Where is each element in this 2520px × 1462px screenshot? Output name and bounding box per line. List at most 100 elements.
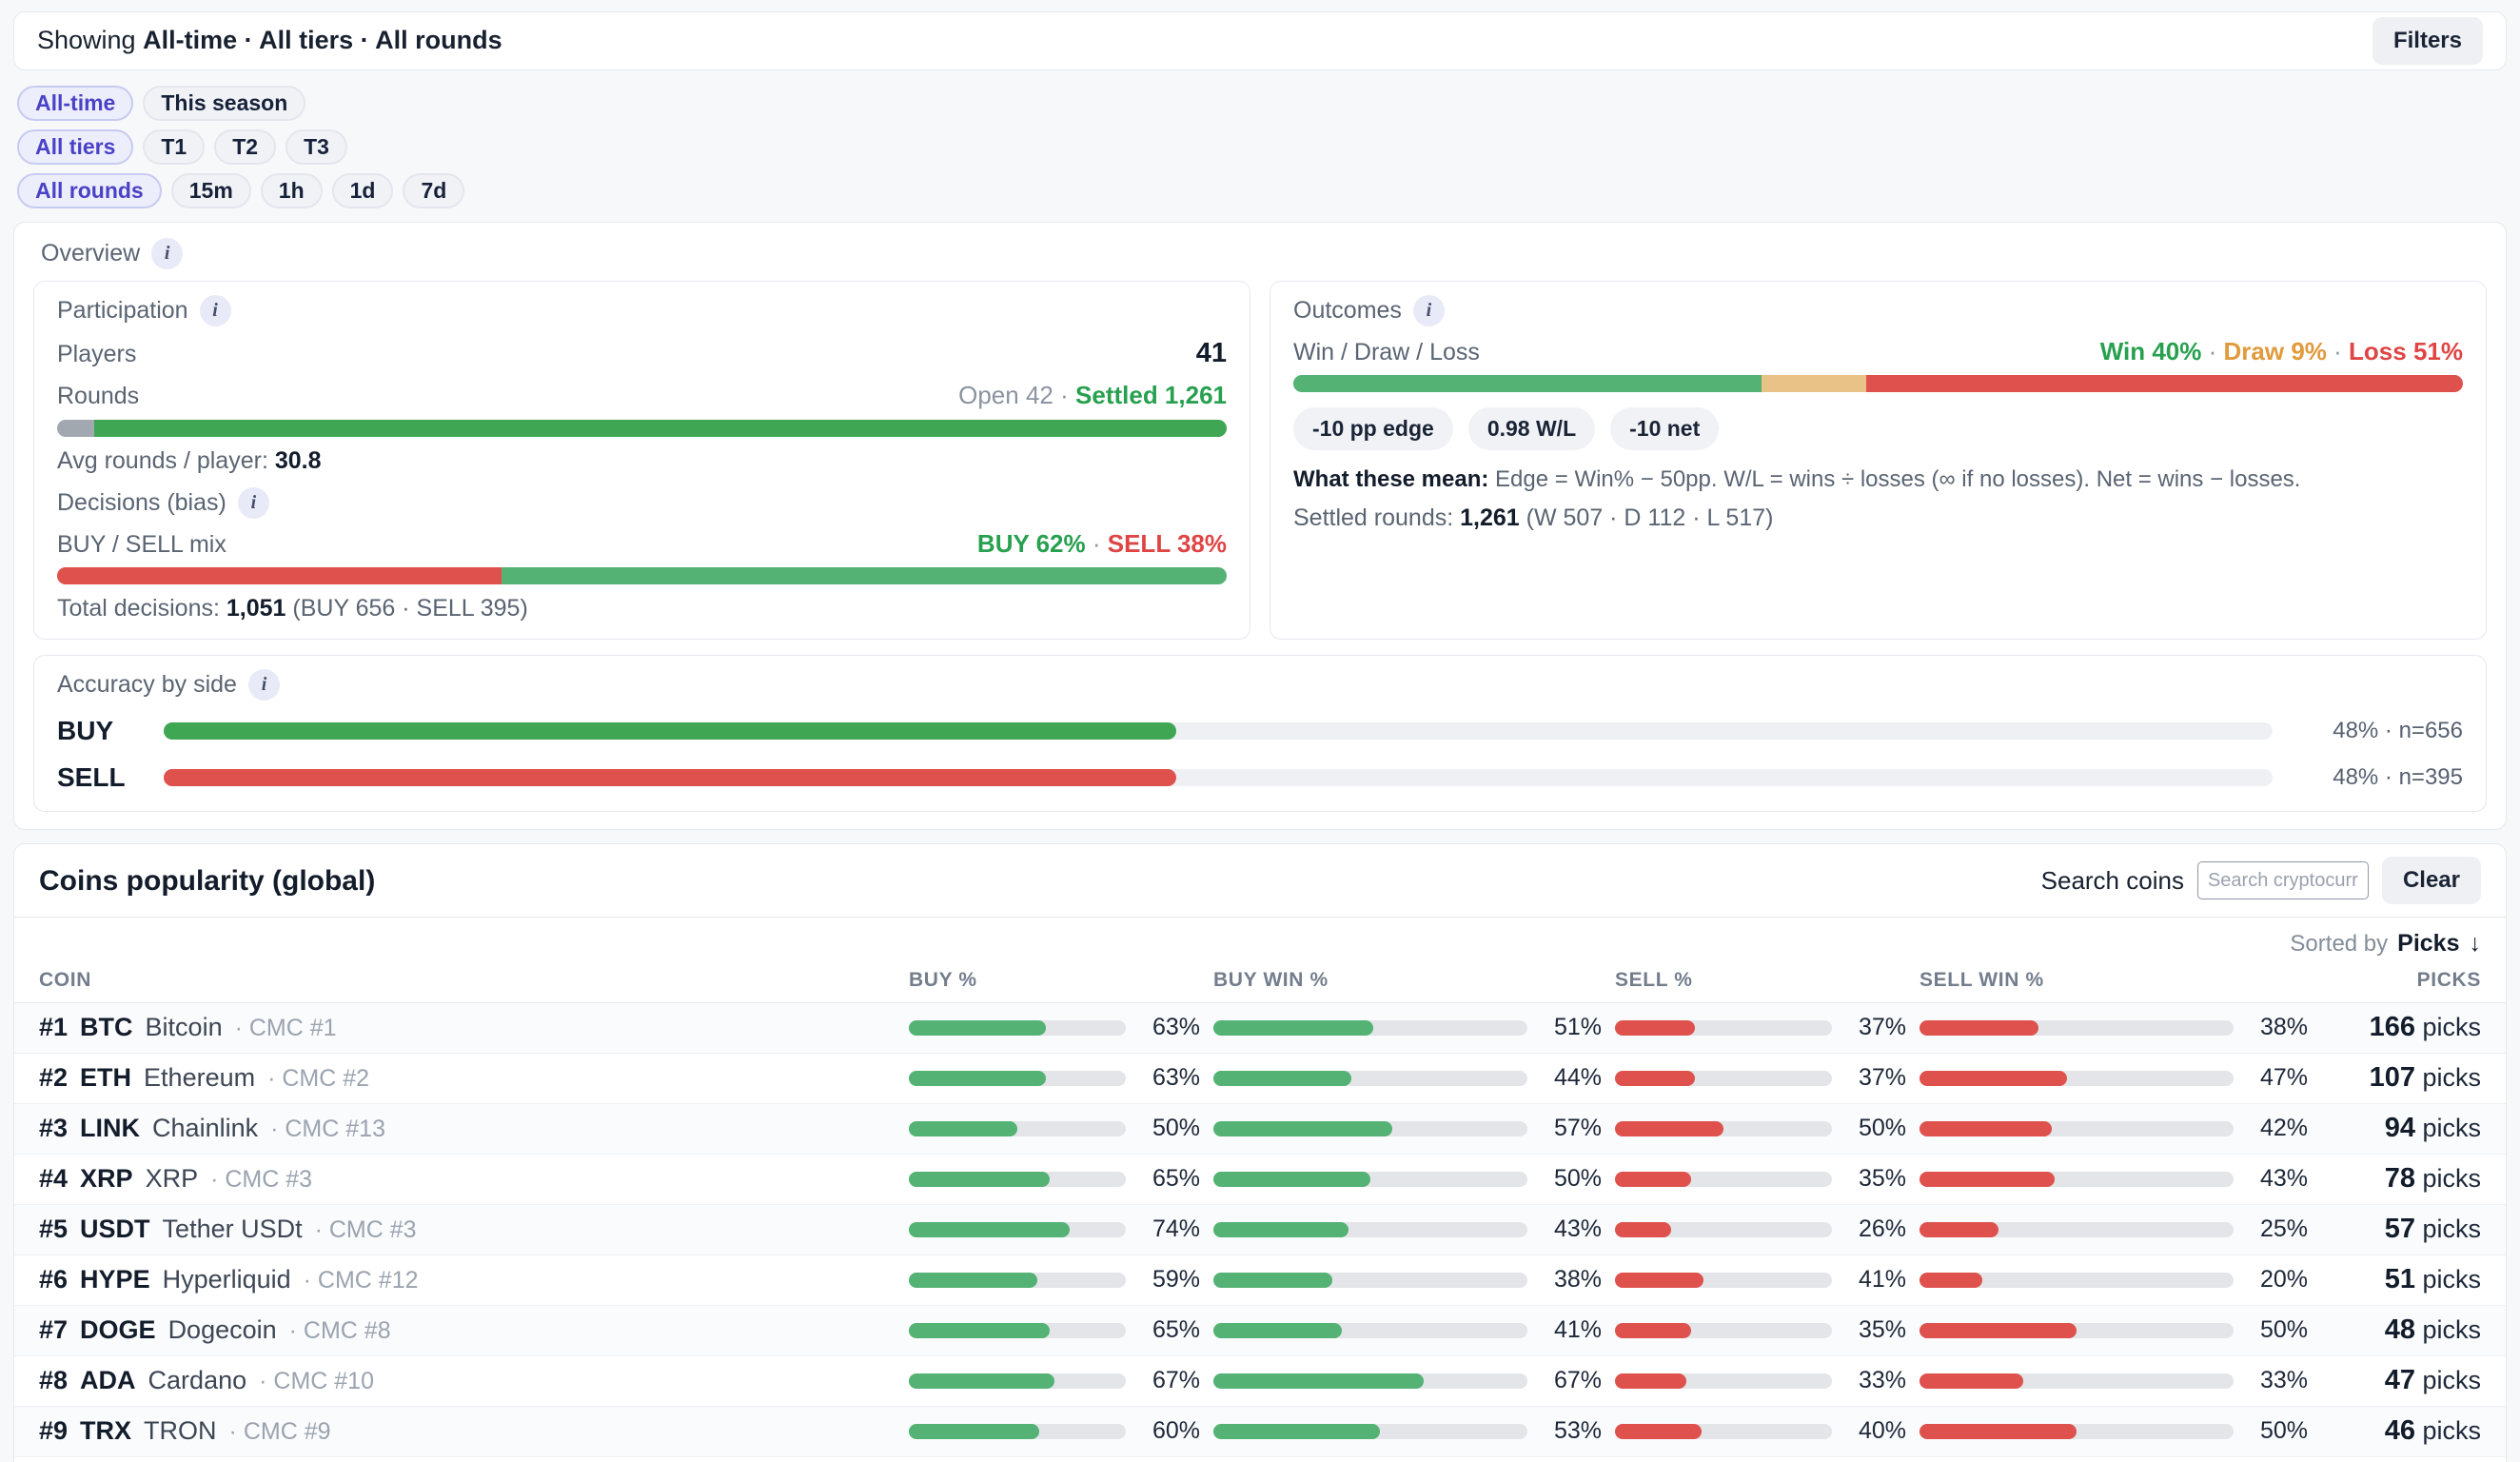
players-row: Players 41 [57,336,1227,370]
sell-win-bar [1920,1121,2234,1136]
buy-pct-bar [909,1222,1126,1237]
buy-pct-fill [909,1071,1046,1086]
participation-info-icon[interactable]: i [200,295,231,326]
accuracy-card: Accuracy by side i BUY 48% · n=656 SELL … [33,655,2487,812]
coin-rank: #6 [39,1264,68,1296]
accuracy-title: Accuracy by side [57,670,237,700]
accuracy-sell-fill [164,769,1176,786]
buy-pct-value: 65% [1139,1164,1200,1194]
sorted-by-control[interactable]: Sorted by Picks ↓ [14,918,2506,958]
chip-t1[interactable]: T1 [143,129,205,165]
coin-symbol: ETH [80,1062,131,1095]
overview-title: Overview [41,239,140,268]
coin-cell: #1 BTC Bitcoin · CMC #1 [39,1012,896,1044]
showing-filters-text: All-time · All tiers · All rounds [143,26,502,54]
chip-all-tiers[interactable]: All tiers [17,129,133,165]
clear-search-button[interactable]: Clear [2382,857,2481,904]
chip-all-rounds[interactable]: All rounds [17,173,162,208]
coin-cmc-rank: · CMC #3 [315,1215,417,1245]
explanation-lead: What these mean: [1293,466,1488,492]
sell-pct-value: 37% [1845,1013,1906,1042]
sell-win-bar [1920,1323,2234,1338]
coin-rank: #5 [39,1214,68,1246]
coin-cell: #5 USDT Tether USDt · CMC #3 [39,1214,896,1246]
players-value: 41 [1196,336,1227,370]
sell-win-value: 50% [2247,1315,2308,1345]
accuracy-info-icon[interactable]: i [248,669,280,701]
sell-win-value: 33% [2247,1366,2308,1395]
sell-pct-value: 26% [1845,1215,1906,1244]
sell-pct-fill [1615,1424,1702,1439]
rounds-settled-value: Settled 1,261 [1075,381,1227,409]
sort-direction-icon: ↓ [2470,929,2482,958]
sorted-by-label: Sorted by [2290,930,2388,958]
accuracy-buy-value: 48% · n=656 [2301,717,2463,745]
buy-win-bar [1213,1424,1527,1439]
mix-row: BUY / SELL mix BUY 62% · SELL 38% [57,528,1227,560]
sell-win-fill [1920,1222,1998,1237]
buy-pct-value: 67% [1139,1366,1200,1395]
chip-t3[interactable]: T3 [285,129,347,165]
buy-pct-fill [909,1222,1070,1237]
chip-t2[interactable]: T2 [214,129,276,165]
coin-rank: #4 [39,1163,68,1195]
sell-win-bar [1920,1020,2234,1036]
buy-win-fill [1213,1222,1349,1237]
chip-15m[interactable]: 15m [171,173,251,208]
buy-win-fill [1213,1373,1424,1389]
col-header-sell-pct: SELL % [1615,968,1906,993]
settled-rounds-detail: (W 507 · D 112 · L 517) [1526,504,1774,531]
decisions-title-row: Decisions (bias) i [57,487,1227,519]
draw-segment [1762,375,1867,392]
sell-win-fill [1920,1424,2077,1439]
buy-win-bar [1213,1323,1527,1338]
chip-7d[interactable]: 7d [403,173,464,208]
sell-pct-bar [1615,1424,1832,1439]
rounds-row: Rounds Open 42 · Settled 1,261 [57,380,1227,411]
sell-win-bar [1920,1424,2234,1439]
accuracy-buy-row: BUY 48% · n=656 [57,714,2463,747]
chip-all-time[interactable]: All-time [17,86,133,121]
wl-ratio-badge: 0.98 W/L [1468,407,1595,450]
buy-win-value: 51% [1541,1013,1602,1042]
sell-win-fill [1920,1121,2052,1136]
table-row: #3 LINK Chainlink · CMC #13 50% 57% 50% … [14,1104,2506,1155]
decisions-info-icon[interactable]: i [238,487,269,519]
search-input[interactable] [2197,861,2369,899]
buy-pct-fill [909,1020,1046,1036]
buy-pct-value: 74% [1139,1215,1200,1244]
col-header-sell-win-pct: SELL WIN % [1920,968,2308,993]
buy-win-fill [1213,1121,1392,1136]
sell-pct-bar [1615,1373,1832,1389]
buy-win-value: 67% [1541,1366,1602,1395]
sell-pct-fill [1615,1323,1691,1338]
overview-info-icon[interactable]: i [151,238,183,269]
mix-buy-segment [502,567,1227,584]
buy-pct-bar [909,1071,1126,1086]
chip-1h[interactable]: 1h [261,173,323,208]
overview-label: Overview i [41,238,2487,269]
outcome-badges: -10 pp edge 0.98 W/L -10 net [1293,407,2463,450]
filters-button[interactable]: Filters [2372,17,2483,65]
chip-1d[interactable]: 1d [332,173,394,208]
sell-pct-bar [1615,1323,1832,1338]
settled-rounds-value: 1,261 [1460,504,1520,531]
coin-symbol: HYPE [80,1264,150,1296]
outcomes-info-icon[interactable]: i [1413,295,1445,326]
sell-pct-fill [1615,1020,1695,1036]
buy-pct-value: 63% [1139,1013,1200,1042]
buy-win-bar [1213,1373,1527,1389]
accuracy-sell-label: SELL [57,761,164,794]
sell-pct-bar [1615,1273,1832,1288]
sell-win-bar [1920,1373,2234,1389]
chip-this-season[interactable]: This season [143,86,305,121]
total-decisions-value: 1,051 [226,595,286,622]
sell-win-value: 42% [2247,1114,2308,1143]
buy-win-value: 50% [1541,1164,1602,1194]
buy-pct-fill [909,1373,1054,1389]
accuracy-buy-bar [164,722,2273,740]
accuracy-buy-fill [164,722,1176,740]
sell-pct-value: 50% [1845,1114,1906,1143]
participation-title: Participation [57,296,188,326]
topbar: Showing All-time · All tiers · All round… [13,11,2507,70]
